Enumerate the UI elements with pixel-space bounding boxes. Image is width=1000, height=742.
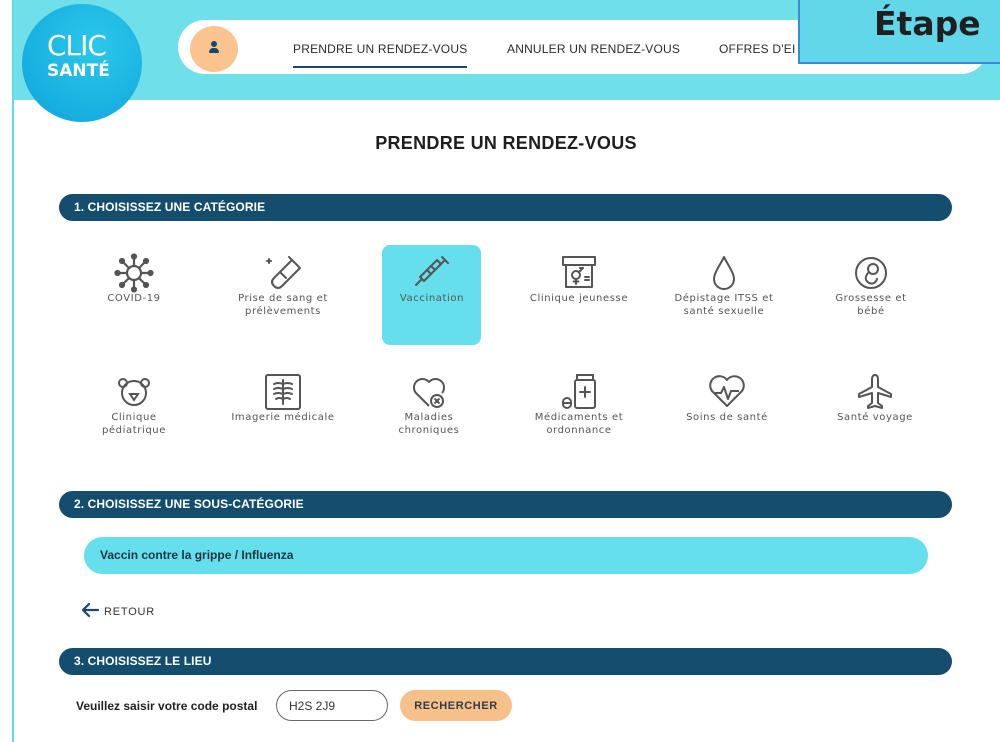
category-prise-de-sang[interactable]: Prise de sang et prélèvements [213,245,353,345]
etape-overlay-label: Étape [798,0,1000,64]
section-1-header: 1. CHOISISSEZ UNE CATÉGORIE [59,194,952,221]
category-label: Dépistage ITSS et santé sexuelle [674,293,774,317]
left-frame-border [0,0,14,742]
category-imagerie-medicale[interactable]: Imagerie médicale [213,364,353,464]
teddy-bear-icon [114,372,154,412]
page: CLIC SANTÉ PRENDRE UN RENDEZ-VOUS ANNULE… [0,0,1000,742]
category-label: Maladies chroniques [398,412,460,436]
category-label: Clinique jeunesse [529,293,629,304]
category-label: Grossesse et bébé [835,293,907,317]
category-covid19[interactable]: COVID-19 [64,245,204,345]
nav-prendre-rendez-vous[interactable]: PRENDRE UN RENDEZ-VOUS [293,42,468,68]
category-label: Imagerie médicale [231,412,335,423]
category-maladies-chroniques[interactable]: Maladies chroniques [359,364,499,464]
drop-icon [704,253,744,293]
airplane-icon [855,372,895,412]
xray-icon [263,372,303,412]
postal-code-label: Veuillez saisir votre code postal [76,699,258,713]
category-depistage-itss[interactable]: Dépistage ITSS et santé sexuelle [654,245,794,345]
arrow-left-icon [81,602,100,618]
heart-x-icon [409,372,449,412]
logo-line-2: SANTÉ [47,61,110,81]
virus-icon [114,253,154,293]
gender-sign-icon [559,253,599,293]
category-grossesse-bebe[interactable]: Grossesse et bébé [801,245,941,345]
user-icon-body [209,48,219,53]
page-title: PRENDRE UN RENDEZ-VOUS [375,133,637,153]
fetus-icon [851,253,891,293]
user-account-button[interactable] [190,26,238,72]
postal-code-input[interactable] [276,690,388,721]
category-label: COVID-19 [107,293,161,304]
nav-annuler-rendez-vous[interactable]: ANNULER UN RENDEZ-VOUS [507,42,680,56]
category-label: Soins de santé [686,412,768,423]
logo-line-1: CLIC [47,29,107,62]
pill-bottle-icon [559,372,599,412]
test-tube-icon [263,253,303,293]
user-icon-head [211,41,217,47]
category-sante-voyage[interactable]: Santé voyage [805,364,945,464]
back-label: RETOUR [104,606,156,618]
category-label: Prise de sang et prélèvements [238,293,328,317]
category-label: Vaccination [399,293,465,304]
category-medicaments-ordonnance[interactable]: Médicaments et ordonnance [509,364,649,464]
category-label: Médicaments et ordonnance [534,412,624,436]
syringe-icon [412,253,452,293]
section-3-header: 3. CHOISISSEZ LE LIEU [59,648,952,675]
nav-offres[interactable]: OFFRES D'EI [719,42,796,56]
clic-sante-logo[interactable]: CLIC SANTÉ [22,4,142,122]
subcategory-option-grippe[interactable]: Vaccin contre la grippe / Influenza [84,537,928,574]
category-clinique-jeunesse[interactable]: Clinique jeunesse [509,245,649,345]
category-soins-de-sante[interactable]: Soins de santé [657,364,797,464]
heart-pulse-icon [707,372,747,412]
etape-text: Étape [874,4,981,43]
section-2-header: 2. CHOISISSEZ UNE SOUS-CATÉGORIE [59,491,952,518]
category-clinique-pediatrique[interactable]: Clinique pédiatrique [64,364,204,464]
category-vaccination[interactable]: Vaccination [382,245,481,345]
category-label: Clinique pédiatrique [101,412,166,436]
search-button[interactable]: RECHERCHER [400,690,512,721]
category-label: Santé voyage [837,412,913,423]
